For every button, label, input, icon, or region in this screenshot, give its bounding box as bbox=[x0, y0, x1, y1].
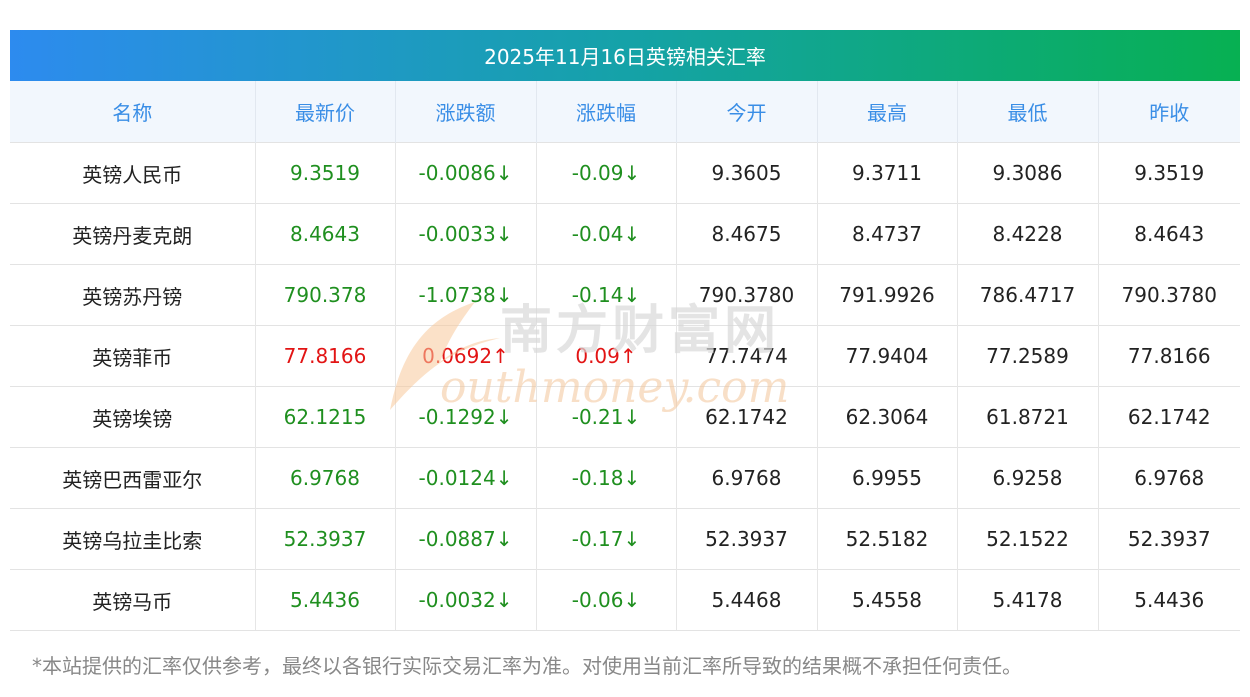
cell-low: 9.3086 bbox=[956, 142, 1098, 204]
cell-latest: 6.9768 bbox=[254, 447, 395, 509]
cell-change-pct: -0.09↓ bbox=[535, 142, 676, 204]
column-header-open: 今开 bbox=[675, 81, 817, 143]
cell-latest: 52.3937 bbox=[254, 508, 395, 570]
table-header-row: 名称 最新价 涨跌额 涨跌幅 今开 最高 最低 昨收 bbox=[10, 81, 1240, 143]
table-row: 英镑苏丹镑 790.378 -1.0738↓ -0.14↓ 790.3780 791.99… bbox=[10, 264, 1240, 326]
cell-change-pct: -0.17↓ bbox=[535, 508, 676, 570]
table-row: 英镑人民币 9.3519 -0.0086↓ -0.09↓ 9.3605 9.3711 9.3… bbox=[10, 142, 1240, 204]
cell-name: 英镑人民币 bbox=[10, 142, 255, 204]
table-row: 英镑乌拉圭比索 52.3937 -0.0887↓ -0.17↓ 52.3937 52.51… bbox=[10, 508, 1240, 570]
cell-prev-close: 77.8166 bbox=[1097, 325, 1240, 387]
cell-change-pct: -0.04↓ bbox=[535, 203, 676, 265]
cell-change-pct: -0.06↓ bbox=[535, 569, 676, 631]
cell-prev-close: 52.3937 bbox=[1097, 508, 1240, 570]
cell-prev-close: 5.4436 bbox=[1097, 569, 1240, 631]
cell-prev-close: 6.9768 bbox=[1097, 447, 1240, 509]
cell-name: 英镑马币 bbox=[10, 569, 255, 631]
cell-low: 61.8721 bbox=[956, 386, 1098, 448]
cell-change: 0.0692↑ bbox=[394, 325, 536, 387]
cell-name: 英镑埃镑 bbox=[10, 386, 255, 448]
cell-name: 英镑菲币 bbox=[10, 325, 255, 387]
cell-change-pct: 0.09↑ bbox=[535, 325, 676, 387]
cell-name: 英镑巴西雷亚尔 bbox=[10, 447, 255, 509]
cell-latest: 77.8166 bbox=[254, 325, 395, 387]
table-row: 英镑菲币 77.8166 0.0692↑ 0.09↑ 77.7474 77.9404 77.… bbox=[10, 325, 1240, 387]
cell-high: 5.4558 bbox=[816, 569, 957, 631]
table-body: 英镑人民币 9.3519 -0.0086↓ -0.09↓ 9.3605 9.3711 9.3… bbox=[10, 142, 1240, 631]
disclaimer-footnote: *本站提供的汇率仅供参考，最终以各银行实际交易汇率为准。对使用当前汇率所导致的结… bbox=[32, 654, 1022, 678]
cell-high: 62.3064 bbox=[816, 386, 957, 448]
cell-low: 8.4228 bbox=[956, 203, 1098, 265]
cell-open: 8.4675 bbox=[675, 203, 817, 265]
cell-prev-close: 9.3519 bbox=[1097, 142, 1240, 204]
cell-change: -0.0124↓ bbox=[394, 447, 536, 509]
column-header-high: 最高 bbox=[816, 81, 957, 143]
cell-change-pct: -0.14↓ bbox=[535, 264, 676, 326]
column-header-change-pct: 涨跌幅 bbox=[535, 81, 676, 143]
cell-prev-close: 62.1742 bbox=[1097, 386, 1240, 448]
cell-high: 77.9404 bbox=[816, 325, 957, 387]
cell-low: 6.9258 bbox=[956, 447, 1098, 509]
table-title: 2025年11月16日英镑相关汇率 bbox=[484, 45, 766, 69]
column-header-latest: 最新价 bbox=[254, 81, 395, 143]
column-header-prev-close: 昨收 bbox=[1097, 81, 1240, 143]
cell-high: 52.5182 bbox=[816, 508, 957, 570]
column-header-change: 涨跌额 bbox=[394, 81, 536, 143]
table-row: 英镑丹麦克朗 8.4643 -0.0033↓ -0.04↓ 8.4675 8.4737 8.… bbox=[10, 203, 1240, 265]
table-row: 英镑马币 5.4436 -0.0032↓ -0.06↓ 5.4468 5.4558 5.41… bbox=[10, 569, 1240, 631]
cell-high: 8.4737 bbox=[816, 203, 957, 265]
table-row: 英镑巴西雷亚尔 6.9768 -0.0124↓ -0.18↓ 6.9768 6.9955 6… bbox=[10, 447, 1240, 509]
cell-name: 英镑丹麦克朗 bbox=[10, 203, 255, 265]
cell-change: -0.0033↓ bbox=[394, 203, 536, 265]
cell-open: 9.3605 bbox=[675, 142, 817, 204]
cell-latest: 9.3519 bbox=[254, 142, 395, 204]
cell-change-pct: -0.18↓ bbox=[535, 447, 676, 509]
cell-latest: 790.378 bbox=[254, 264, 395, 326]
cell-low: 5.4178 bbox=[956, 569, 1098, 631]
cell-prev-close: 790.3780 bbox=[1097, 264, 1240, 326]
cell-open: 77.7474 bbox=[675, 325, 817, 387]
cell-change-pct: -0.21↓ bbox=[535, 386, 676, 448]
column-header-name: 名称 bbox=[10, 81, 255, 143]
cell-low: 786.4717 bbox=[956, 264, 1098, 326]
table-title-banner: 2025年11月16日英镑相关汇率 bbox=[10, 30, 1240, 81]
cell-change: -0.0086↓ bbox=[394, 142, 536, 204]
cell-name: 英镑苏丹镑 bbox=[10, 264, 255, 326]
cell-change: -0.0032↓ bbox=[394, 569, 536, 631]
cell-open: 790.3780 bbox=[675, 264, 817, 326]
cell-open: 62.1742 bbox=[675, 386, 817, 448]
cell-change: -0.0887↓ bbox=[394, 508, 536, 570]
cell-low: 52.1522 bbox=[956, 508, 1098, 570]
cell-change: -0.1292↓ bbox=[394, 386, 536, 448]
exchange-rate-table: 名称 最新价 涨跌额 涨跌幅 今开 最高 最低 昨收 英镑人民币 9.3519 -0… bbox=[10, 81, 1240, 631]
table-row: 英镑埃镑 62.1215 -0.1292↓ -0.21↓ 62.1742 62.3064 6… bbox=[10, 386, 1240, 448]
cell-open: 5.4468 bbox=[675, 569, 817, 631]
cell-open: 52.3937 bbox=[675, 508, 817, 570]
cell-low: 77.2589 bbox=[956, 325, 1098, 387]
cell-latest: 8.4643 bbox=[254, 203, 395, 265]
cell-latest: 5.4436 bbox=[254, 569, 395, 631]
cell-high: 9.3711 bbox=[816, 142, 957, 204]
cell-prev-close: 8.4643 bbox=[1097, 203, 1240, 265]
cell-name: 英镑乌拉圭比索 bbox=[10, 508, 255, 570]
column-header-low: 最低 bbox=[956, 81, 1098, 143]
cell-high: 6.9955 bbox=[816, 447, 957, 509]
cell-change: -1.0738↓ bbox=[394, 264, 536, 326]
cell-high: 791.9926 bbox=[816, 264, 957, 326]
cell-open: 6.9768 bbox=[675, 447, 817, 509]
cell-latest: 62.1215 bbox=[254, 386, 395, 448]
